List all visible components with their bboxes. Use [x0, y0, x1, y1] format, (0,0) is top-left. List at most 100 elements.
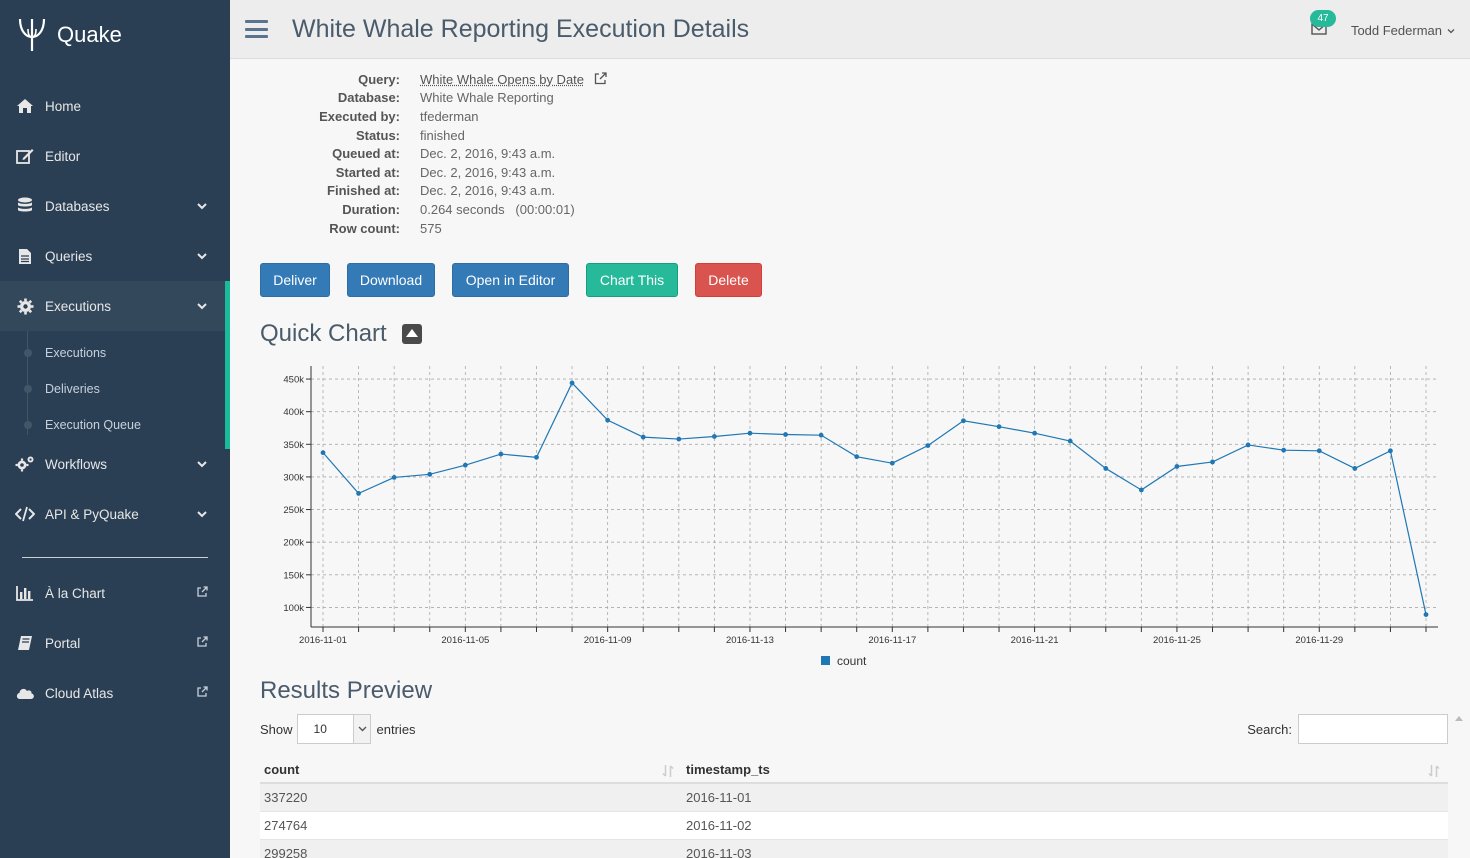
- detail-value: Dec. 2, 2016, 9:43 a.m.: [420, 183, 555, 198]
- sidebar: Quake Home Editor Databases Queries Exec…: [0, 0, 230, 858]
- data-point: [1281, 448, 1286, 453]
- detail-row-duration: Duration: 0.264 seconds (00:00:01): [260, 200, 607, 219]
- chevron-down-icon: [196, 458, 208, 470]
- user-menu[interactable]: Todd Federman: [1351, 23, 1455, 38]
- data-point: [392, 475, 397, 480]
- sidebar-item-label: Databases: [45, 199, 110, 214]
- detail-value: 575: [420, 221, 442, 236]
- data-point: [854, 454, 859, 459]
- search-input[interactable]: [1298, 714, 1448, 744]
- notification-badge: 47: [1310, 10, 1336, 27]
- sidebar-item-api[interactable]: API & PyQuake: [0, 489, 230, 539]
- cell-count: 337220: [260, 783, 682, 811]
- user-name: Todd Federman: [1351, 23, 1442, 38]
- collapse-chart-icon[interactable]: [402, 324, 422, 344]
- submenu-item-execution-queue[interactable]: Execution Queue: [0, 407, 225, 443]
- data-point: [1175, 464, 1180, 469]
- x-tick-label: 2016-11-29: [1295, 635, 1343, 646]
- detail-row-query: Query: White Whale Opens by Date: [260, 70, 607, 89]
- data-point: [748, 431, 753, 436]
- delete-button[interactable]: Delete: [695, 263, 762, 297]
- sidebar-item-workflows[interactable]: Workflows: [0, 439, 230, 489]
- detail-value: Dec. 2, 2016, 9:43 a.m.: [420, 165, 555, 180]
- column-header-count[interactable]: count: [260, 756, 682, 783]
- data-point: [783, 432, 788, 437]
- quake-logo-icon: [16, 15, 48, 55]
- book-icon: [15, 634, 35, 652]
- detail-label: Finished at:: [260, 183, 420, 198]
- sidebar-item-cloud-atlas[interactable]: Cloud Atlas: [0, 668, 230, 718]
- sidebar-item-home[interactable]: Home: [0, 81, 230, 131]
- data-point: [641, 435, 646, 440]
- x-tick-label: 2016-11-17: [868, 635, 916, 646]
- scrollbar[interactable]: [1454, 716, 1464, 856]
- sidebar-item-label: Queries: [45, 249, 92, 264]
- open-in-editor-button[interactable]: Open in Editor: [452, 263, 569, 297]
- data-point: [1352, 466, 1357, 471]
- data-point: [819, 433, 824, 438]
- data-point: [1246, 443, 1251, 448]
- chart-this-button[interactable]: Chart This: [586, 263, 678, 297]
- sidebar-item-portal[interactable]: Portal: [0, 618, 230, 668]
- data-point: [676, 437, 681, 442]
- entries-label: entries: [377, 722, 416, 737]
- external-link-icon: [196, 586, 208, 598]
- sidebar-item-label: API & PyQuake: [45, 507, 139, 522]
- sidebar-item-executions[interactable]: Executions: [0, 281, 230, 331]
- chevron-down-icon: [196, 200, 208, 212]
- external-link-icon: [196, 636, 208, 648]
- x-tick-label: 2016-11-09: [584, 635, 632, 646]
- x-tick-label: 2016-11-01: [299, 635, 347, 646]
- query-link[interactable]: White Whale Opens by Date: [420, 72, 584, 87]
- legend-label: count: [837, 654, 867, 668]
- chevron-down-icon: [196, 300, 208, 312]
- sidebar-item-editor[interactable]: Editor: [0, 131, 230, 181]
- page-size-select[interactable]: 10: [297, 714, 371, 744]
- sidebar-item-label: Cloud Atlas: [45, 686, 113, 701]
- download-button[interactable]: Download: [347, 263, 435, 297]
- data-point: [1210, 460, 1215, 465]
- detail-label: Database:: [260, 90, 420, 105]
- data-point: [712, 434, 717, 439]
- sidebar-item-label: Home: [45, 99, 81, 114]
- column-header-timestamp[interactable]: timestamp_ts: [682, 756, 1448, 783]
- detail-row-queued-at: Queued at: Dec. 2, 2016, 9:43 a.m.: [260, 144, 607, 163]
- quick-chart-heading: Quick Chart: [260, 320, 387, 348]
- sidebar-item-label: Editor: [45, 149, 80, 164]
- menu-toggle-icon[interactable]: [245, 20, 268, 38]
- sidebar-item-databases[interactable]: Databases: [0, 181, 230, 231]
- y-tick-label: 350k: [283, 440, 304, 451]
- cloud-icon: [15, 684, 35, 702]
- data-point: [1068, 439, 1073, 444]
- x-tick-label: 2016-11-13: [726, 635, 774, 646]
- sidebar-item-ala-chart[interactable]: À la Chart: [0, 568, 230, 618]
- column-header-label: count: [264, 762, 299, 777]
- data-point: [499, 452, 504, 457]
- execution-details: Query: White Whale Opens by Date Databas…: [260, 70, 607, 237]
- submenu-item-executions[interactable]: Executions: [0, 335, 225, 371]
- external-link-icon[interactable]: [594, 72, 607, 85]
- brand[interactable]: Quake: [0, 0, 230, 70]
- column-header-label: timestamp_ts: [686, 762, 770, 777]
- submenu-item-deliveries[interactable]: Deliveries: [0, 371, 225, 407]
- chevron-down-icon: [196, 250, 208, 262]
- detail-value: tfederman: [420, 109, 479, 124]
- deliver-button[interactable]: Deliver: [260, 263, 330, 297]
- data-point: [570, 381, 575, 386]
- table-header-row: count timestamp_ts: [260, 756, 1448, 783]
- detail-label: Executed by:: [260, 109, 420, 124]
- x-tick-label: 2016-11-21: [1011, 635, 1059, 646]
- cell-timestamp: 2016-11-01: [682, 783, 1448, 811]
- data-point: [961, 418, 966, 423]
- quick-chart: 100k 150k 200k 250k 300k 350k 400k 450k 2016-11-…: [260, 358, 1450, 678]
- scroll-up-icon[interactable]: [1455, 716, 1463, 721]
- sidebar-item-label: À la Chart: [45, 586, 105, 601]
- detail-value: Dec. 2, 2016, 9:43 a.m.: [420, 146, 555, 161]
- detail-row-finished-at: Finished at: Dec. 2, 2016, 9:43 a.m.: [260, 182, 607, 201]
- select-arrow: [353, 715, 370, 743]
- y-tick-label: 250k: [283, 505, 304, 516]
- data-point: [925, 443, 930, 448]
- edit-icon: [15, 147, 35, 165]
- sidebar-divider: [22, 557, 208, 558]
- sidebar-item-queries[interactable]: Queries: [0, 231, 230, 281]
